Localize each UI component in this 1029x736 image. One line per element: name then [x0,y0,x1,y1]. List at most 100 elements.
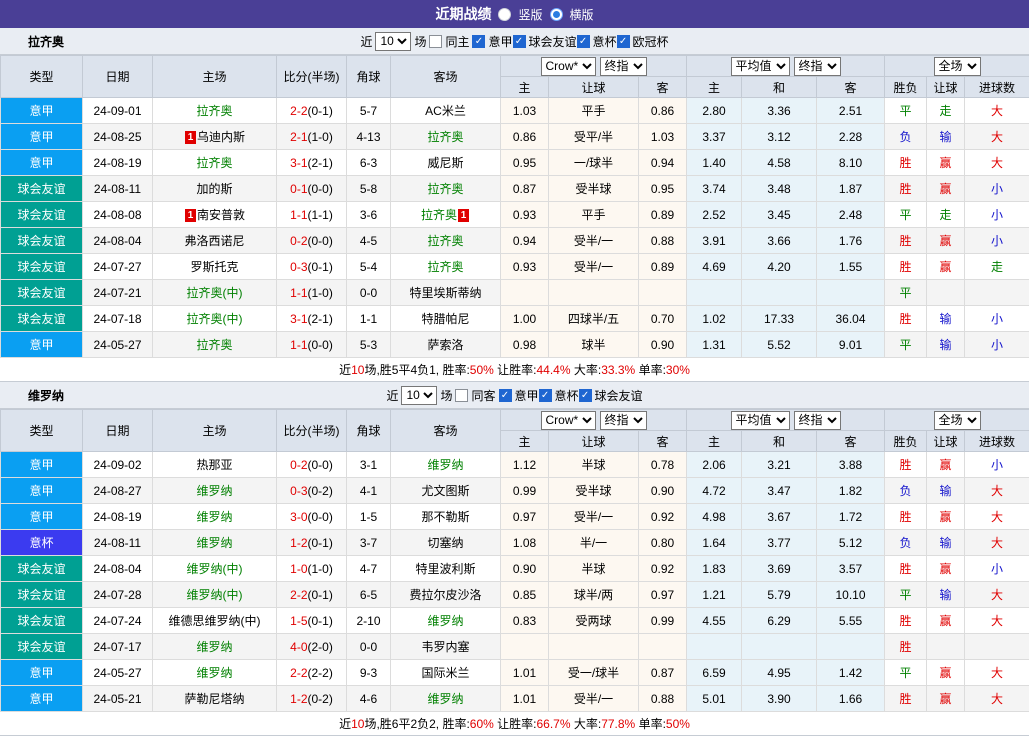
halftime-score: (0-0) [308,338,333,352]
avg-away: 3.88 [817,452,885,478]
checkbox-unchecked-icon[interactable] [429,35,442,48]
away-team-name: 拉齐奥 [427,260,463,274]
result-handicap: 赢 [927,660,965,686]
table-row: 球会友谊24-08-081南安普敦1-1(1-1)3-6拉齐奥10.93平手0.… [1,202,1029,228]
avg-draw: 3.45 [742,202,817,228]
score: 2-2(0-1) [277,582,347,608]
odds-handicap: 半球 [549,452,639,478]
league-filter-label[interactable]: 意甲 [488,33,512,50]
away-team: 萨索洛 [391,332,501,358]
col-avg-home: 主 [687,77,742,98]
radio-vertical-label[interactable]: 竖版 [518,6,542,23]
scope-select[interactable]: 全场 [934,57,981,76]
league-filter-label[interactable]: 意杯 [593,33,617,50]
away-team: 拉齐奥 [391,124,501,150]
team-name: 维罗纳 [28,387,64,404]
away-team-name: 费拉尔皮沙洛 [409,588,481,602]
league-filter[interactable]: ✓欧冠杯 [617,33,669,50]
col-score: 比分(半场) [277,410,347,452]
avg-time-select[interactable]: 终指 [794,411,841,430]
scope-select[interactable]: 全场 [934,411,981,430]
avg-home: 3.74 [687,176,742,202]
avg-source-select[interactable]: 平均值 [731,411,790,430]
checkbox-checked-icon[interactable]: ✓ [617,35,630,48]
league-filter[interactable]: ✓意甲 [472,33,512,50]
avg-home: 6.59 [687,660,742,686]
avg-draw: 3.36 [742,98,817,124]
same-venue-filter[interactable]: 同客 [455,387,495,404]
fulltime-score: 1-1 [290,208,307,222]
odds-source-select[interactable]: Crow* [541,411,596,430]
checkbox-checked-icon[interactable]: ✓ [539,389,552,402]
halftime-score: (0-0) [308,234,333,248]
same-venue-label[interactable]: 同客 [471,387,495,404]
checkbox-checked-icon[interactable]: ✓ [499,389,512,402]
avg-draw: 5.79 [742,582,817,608]
result-goals: 大 [965,504,1029,530]
radio-vertical-icon[interactable] [498,8,511,21]
league-filter-label[interactable]: 意杯 [555,387,579,404]
score: 1-1(0-0) [277,332,347,358]
fulltime-score: 1-5 [290,614,307,628]
checkbox-unchecked-icon[interactable] [455,389,468,402]
league-badge: 球会友谊 [1,202,83,228]
league-filter[interactable]: ✓意甲 [499,387,539,404]
result-wdl: 平 [885,332,927,358]
col-away: 客场 [391,410,501,452]
table-row: 球会友谊24-08-11加的斯0-1(0-0)5-8拉齐奥0.87受半球0.95… [1,176,1029,202]
radio-horizontal-label[interactable]: 横版 [570,6,594,23]
odds-time-select[interactable]: 终指 [600,411,647,430]
league-filter[interactable]: ✓球会友谊 [513,33,577,50]
match-count-select[interactable]: 10 [401,386,437,405]
league-filter[interactable]: ✓意杯 [577,33,617,50]
halftime-score: (0-1) [308,104,333,118]
checkbox-checked-icon[interactable]: ✓ [513,35,526,48]
filter-bar: 拉齐奥 近 10 场 同主 ✓意甲✓球会友谊✓意杯✓欧冠杯 [0,28,1029,55]
checkbox-checked-icon[interactable]: ✓ [472,35,485,48]
corners: 9-3 [347,660,391,686]
score: 1-0(1-0) [277,556,347,582]
checkbox-checked-icon[interactable]: ✓ [577,35,590,48]
result-group-header: 全场 [885,56,1029,77]
odds-source-select[interactable]: Crow* [541,57,596,76]
same-venue-filter[interactable]: 同主 [429,33,469,50]
avg-time-select[interactable]: 终指 [794,57,841,76]
score: 1-2(0-2) [277,686,347,712]
filter-controls: 近 10 场 同主 ✓意甲✓球会友谊✓意杯✓欧冠杯 [360,32,668,51]
odds-home: 0.97 [501,504,549,530]
away-team: 特腊帕尼 [391,306,501,332]
home-team: 维罗纳 [153,530,277,556]
result-wdl: 胜 [885,176,927,202]
checkbox-checked-icon[interactable]: ✓ [579,389,592,402]
odds-away: 0.78 [639,452,687,478]
league-filter-label[interactable]: 欧冠杯 [633,33,669,50]
match-date: 24-08-19 [83,504,153,530]
col-type: 类型 [1,410,83,452]
avg-source-select[interactable]: 平均值 [731,57,790,76]
radio-horizontal-icon[interactable] [550,8,563,21]
table-row: 意甲24-05-27拉齐奥1-1(0-0)5-3萨索洛0.98球半0.901.3… [1,332,1029,358]
league-filter-label[interactable]: 意甲 [515,387,539,404]
avg-draw: 3.66 [742,228,817,254]
same-venue-label[interactable]: 同主 [445,33,469,50]
avg-draw: 3.67 [742,504,817,530]
league-filter[interactable]: ✓意杯 [539,387,579,404]
col-corner: 角球 [347,410,391,452]
corners: 4-13 [347,124,391,150]
match-date: 24-08-08 [83,202,153,228]
result-goals: 小 [965,306,1029,332]
odds-home: 0.86 [501,124,549,150]
match-date: 24-05-21 [83,686,153,712]
avg-home: 3.37 [687,124,742,150]
match-count-select[interactable]: 10 [375,32,411,51]
league-filter-label[interactable]: 球会友谊 [595,387,643,404]
match-date: 24-09-02 [83,452,153,478]
odds-handicap [549,634,639,660]
league-filter[interactable]: ✓球会友谊 [579,387,643,404]
result-handicap: 输 [927,332,965,358]
odds-away: 1.03 [639,124,687,150]
league-filter-label[interactable]: 球会友谊 [529,33,577,50]
odds-handicap: 受两球 [549,608,639,634]
league-badge: 意甲 [1,98,83,124]
odds-time-select[interactable]: 终指 [600,57,647,76]
